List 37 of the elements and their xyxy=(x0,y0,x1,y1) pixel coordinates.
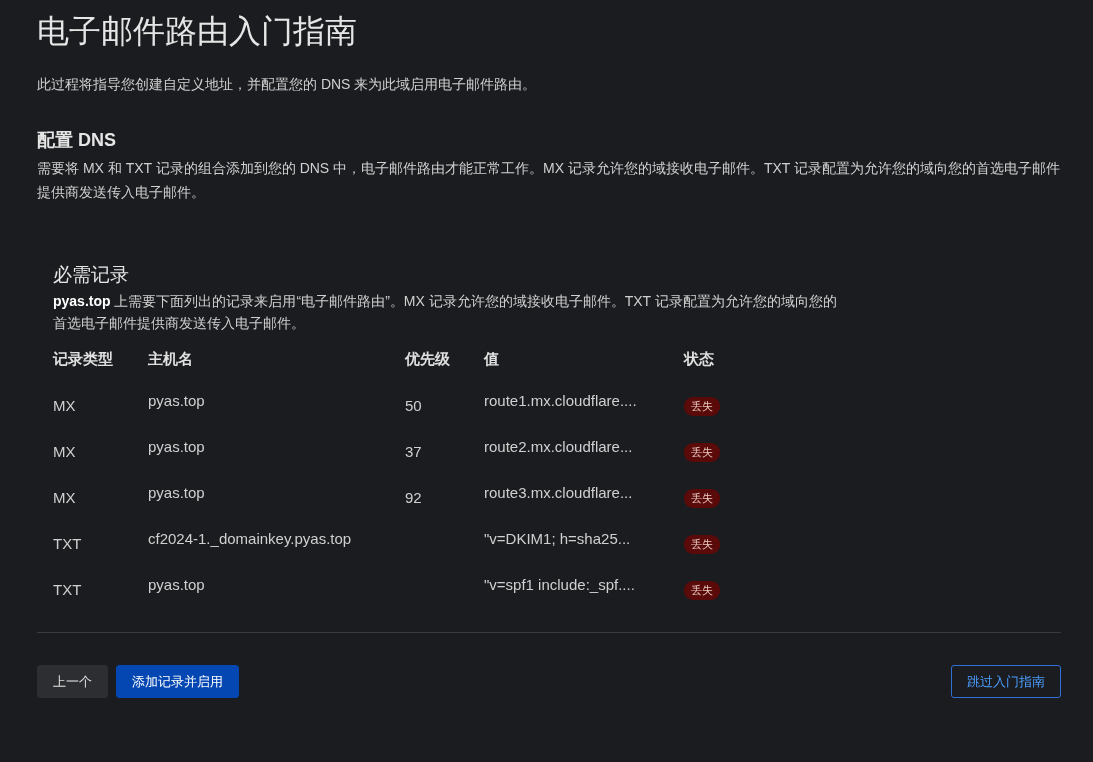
table-cell-text: 50 xyxy=(405,396,423,416)
intro-text: 此过程将指导您创建自定义地址，并配置您的 DNS 来为此域启用电子邮件路由。 xyxy=(37,75,538,94)
column-header: 状态 xyxy=(684,350,715,369)
page-title: 电子邮件路由入门指南 xyxy=(37,12,358,51)
status-badge: 丢失 xyxy=(684,581,720,600)
records-description: pyas.top 上需要下面列出的记录来启用“电子邮件路由”。MX 记录允许您的域接收电子邮件。TXT 记录配置为允许您的域向您的首选电子邮件提供商发送传入电子邮件。 xyxy=(53,292,838,333)
table-cell-text: pyas.top xyxy=(148,483,206,503)
table-cell-text: MX xyxy=(53,396,77,416)
table-cell-text: 37 xyxy=(405,442,423,462)
table-cell-text: MX xyxy=(53,488,77,508)
table-cell-text: TXT xyxy=(53,534,83,554)
skip-button[interactable]: 跳过入门指南 xyxy=(951,665,1061,698)
status-badge: 丢失 xyxy=(684,443,720,462)
table-cell-text: route3.mx.cloudflare... xyxy=(484,483,634,503)
table-cell-text: MX xyxy=(53,442,77,462)
submit-button[interactable]: 添加记录并启用 xyxy=(116,665,239,698)
back-button[interactable]: 上一个 xyxy=(37,665,108,698)
column-header: 记录类型 xyxy=(53,350,114,369)
table-cell-text: route1.mx.cloudflare.... xyxy=(484,391,638,411)
section-description: 需要将 MX 和 TXT 记录的组合添加到您的 DNS 中，电子邮件路由才能正常工作。MX 记录允许您的域接收电子邮件。TXT 记录配置为允许您的域向您的首选电子邮件提供商发送传入电子邮件。 xyxy=(37,159,1061,202)
table-cell-text: "v=DKIM1; h=sha25... xyxy=(484,529,632,549)
status-badge: 丢失 xyxy=(684,397,720,416)
status-badge: 丢失 xyxy=(684,535,720,554)
table-cell-text: route2.mx.cloudflare... xyxy=(484,437,634,457)
column-header: 优先级 xyxy=(405,350,451,369)
table-cell-text: "v=spf1 include:_spf.... xyxy=(484,575,636,595)
records-heading: 必需记录 xyxy=(53,263,130,287)
column-header: 主机名 xyxy=(148,350,194,369)
section-heading: 配置 DNS xyxy=(37,129,117,152)
status-badge: 丢失 xyxy=(684,489,720,508)
table-cell-text: TXT xyxy=(53,580,83,600)
column-header: 值 xyxy=(484,350,500,369)
table-cell-text: cf2024-1._domainkey.pyas.top xyxy=(148,529,353,549)
table-cell-text: pyas.top xyxy=(148,391,206,411)
table-cell-text: pyas.top xyxy=(148,437,206,457)
table-cell-text: 92 xyxy=(405,488,423,508)
table-cell-text: pyas.top xyxy=(148,575,206,595)
